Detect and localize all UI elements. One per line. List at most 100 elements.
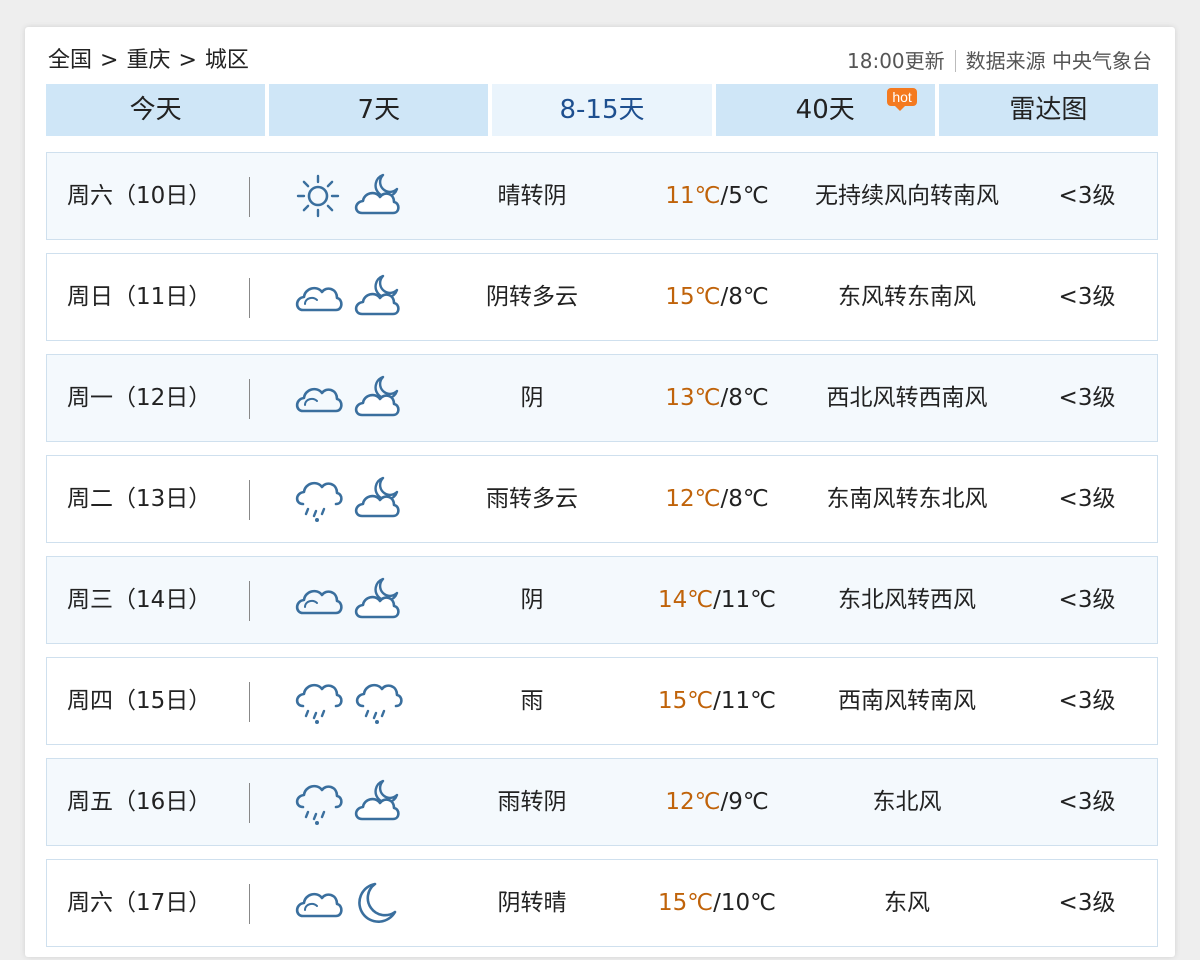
- forecast-date: 周一（12日）: [67, 385, 212, 411]
- tab-7-days[interactable]: 7天: [269, 84, 489, 136]
- row-divider: [249, 177, 250, 217]
- wind-level: <3级: [1058, 486, 1116, 512]
- tab-label: 7天: [357, 95, 401, 125]
- temperature-range: 12℃/8℃: [665, 486, 769, 512]
- low-temperature: 11℃: [720, 688, 776, 714]
- forecast-date: 周三（14日）: [67, 587, 212, 613]
- update-time: 18:00更新: [847, 49, 945, 73]
- wind-direction: 东风: [884, 890, 930, 916]
- weather-description: 阴转晴: [497, 890, 567, 916]
- temperature-range: 15℃/10℃: [658, 890, 776, 916]
- rain-icon: [293, 474, 343, 524]
- wind-level: <3级: [1058, 183, 1116, 209]
- tab-radar[interactable]: 雷达图: [938, 84, 1159, 136]
- forecast-row: 周五（16日） 雨转阴 12℃/9℃ 东北风 <3级: [46, 758, 1158, 846]
- forecast-date: 周五（16日）: [67, 789, 212, 815]
- high-temperature: 15℃: [658, 688, 714, 714]
- tab-today[interactable]: 今天: [46, 84, 266, 136]
- tab-label: 8-15天: [559, 95, 645, 125]
- wind-direction: 西北风转西南风: [826, 385, 988, 411]
- low-temperature: 5℃: [728, 183, 769, 209]
- tab-40-days[interactable]: 40天 hot: [715, 84, 935, 136]
- high-temperature: 14℃: [658, 587, 714, 613]
- row-divider: [249, 783, 250, 823]
- temperature-range: 15℃/11℃: [658, 688, 776, 714]
- cloud-moon-icon: [353, 373, 403, 423]
- weather-description: 阴转多云: [486, 284, 578, 310]
- forecast-date: 周六（10日）: [67, 183, 212, 209]
- forecast-row: 周二（13日） 雨转多云 12℃/8℃ 东南风转东北风 <3级: [46, 455, 1158, 543]
- temperature-range: 14℃/11℃: [658, 587, 776, 613]
- wind-level: <3级: [1058, 385, 1116, 411]
- tab-label: 雷达图: [1009, 95, 1088, 125]
- wind-level: <3级: [1058, 284, 1116, 310]
- forecast-date: 周四（15日）: [67, 688, 212, 714]
- cloud-icon: [293, 272, 343, 322]
- cloud-icon: [293, 373, 343, 423]
- forecast-date: 周二（13日）: [67, 486, 212, 512]
- rain-icon: [293, 676, 343, 726]
- cloud-moon-icon: [353, 777, 403, 827]
- breadcrumb: 全国 > 重庆 > 城区: [48, 44, 249, 78]
- data-source: 数据来源 中央气象台: [965, 49, 1152, 73]
- forecast-row: 周四（15日） 雨 15℃/11℃ 西南风转南风 <3级: [46, 657, 1158, 745]
- forecast-row: 周日（11日） 阴转多云 15℃/8℃ 东风转东南风 <3级: [46, 253, 1158, 341]
- high-temperature: 12℃: [665, 486, 721, 512]
- breadcrumb-separator: >: [178, 48, 197, 73]
- breadcrumb-chongqing[interactable]: 重庆: [126, 48, 170, 73]
- tab-label: 40天: [795, 95, 855, 125]
- rain-icon: [353, 676, 403, 726]
- forecast-tabs: 今天 7天 8-15天 40天 hot 雷达图: [46, 84, 1159, 136]
- high-temperature: 15℃: [665, 284, 721, 310]
- wind-direction: 东风转东南风: [838, 284, 976, 310]
- update-info: 18:00更新 数据来源 中央气象台: [847, 44, 1152, 78]
- low-temperature: 8℃: [728, 486, 769, 512]
- forecast-row: 周一（12日） 阴 13℃/8℃ 西北风转西南风 <3级: [46, 354, 1158, 442]
- temperature-range: 13℃/8℃: [665, 385, 769, 411]
- low-temperature: 8℃: [728, 284, 769, 310]
- meta-divider: [954, 50, 956, 72]
- tab-label: 今天: [129, 95, 182, 125]
- weather-description: 晴转阴: [497, 183, 567, 209]
- weather-description: 阴: [520, 587, 544, 613]
- cloud-moon-icon: [353, 272, 403, 322]
- low-temperature: 10℃: [720, 890, 776, 916]
- forecast-row: 周三（14日） 阴 14℃/11℃ 东北风转西风 <3级: [46, 556, 1158, 644]
- forecast-list: 周六（10日） 晴转阴 11℃/5℃ 无持续风向转南风 <3级 周日（11日） 阴转多云 15…: [46, 152, 1158, 960]
- cloud-moon-icon: [353, 171, 403, 221]
- breadcrumb-district[interactable]: 城区: [205, 48, 249, 73]
- moon-icon: [353, 878, 403, 928]
- wind-level: <3级: [1058, 789, 1116, 815]
- row-divider: [249, 581, 250, 621]
- weather-description: 雨转多云: [486, 486, 578, 512]
- forecast-row: 周六（17日） 阴转晴 15℃/10℃ 东风 <3级: [46, 859, 1158, 947]
- forecast-date: 周日（11日）: [67, 284, 212, 310]
- sun-icon: [293, 171, 343, 221]
- wind-direction: 东北风转西风: [838, 587, 976, 613]
- row-divider: [249, 379, 250, 419]
- high-temperature: 15℃: [658, 890, 714, 916]
- rain-icon: [293, 777, 343, 827]
- row-divider: [249, 480, 250, 520]
- low-temperature: 8℃: [728, 385, 769, 411]
- low-temperature: 11℃: [720, 587, 776, 613]
- high-temperature: 11℃: [665, 183, 721, 209]
- forecast-date: 周六（17日）: [67, 890, 212, 916]
- cloud-moon-icon: [353, 474, 403, 524]
- breadcrumb-separator: >: [100, 48, 119, 73]
- weather-description: 雨转阴: [497, 789, 567, 815]
- tab-8-15-days[interactable]: 8-15天: [492, 84, 712, 136]
- weather-description: 阴: [520, 385, 544, 411]
- hot-badge: hot: [887, 88, 917, 111]
- wind-level: <3级: [1058, 890, 1116, 916]
- wind-direction: 东南风转东北风: [826, 486, 988, 512]
- wind-level: <3级: [1058, 587, 1116, 613]
- breadcrumb-national[interactable]: 全国: [48, 48, 92, 73]
- row-divider: [249, 278, 250, 318]
- forecast-row: 周六（10日） 晴转阴 11℃/5℃ 无持续风向转南风 <3级: [46, 152, 1158, 240]
- row-divider: [249, 682, 250, 722]
- high-temperature: 13℃: [665, 385, 721, 411]
- wind-direction: 无持续风向转南风: [815, 183, 999, 209]
- temperature-range: 15℃/8℃: [665, 284, 769, 310]
- row-divider: [249, 884, 250, 924]
